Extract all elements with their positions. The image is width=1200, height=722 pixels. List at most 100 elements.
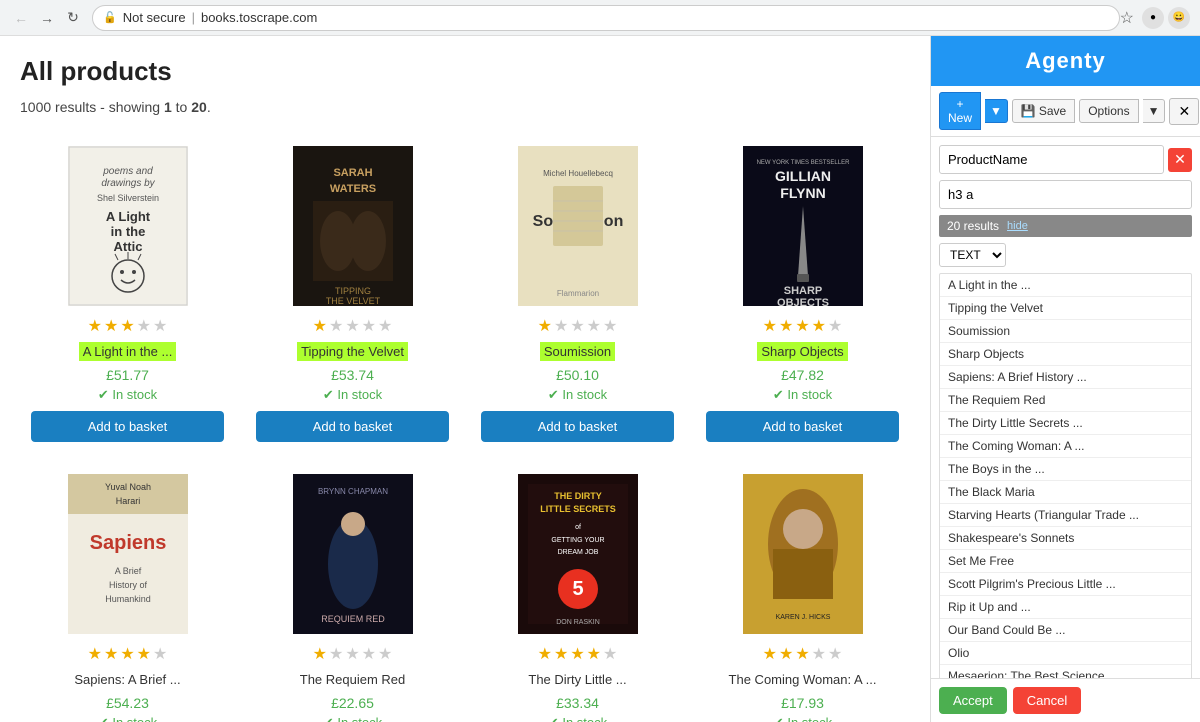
product-title-link[interactable]: Tipping the Velvet — [297, 342, 408, 361]
add-to-basket-button[interactable]: Add to basket — [481, 411, 674, 442]
in-stock-label: ✔ In stock — [323, 387, 382, 403]
star-1: ★ — [313, 316, 327, 336]
agenty-header: Agenty — [931, 36, 1200, 86]
add-to-basket-button[interactable]: Add to basket — [706, 411, 899, 442]
result-item[interactable]: Shakespeare's Sonnets — [940, 527, 1191, 550]
field-clear-button[interactable]: ✕ — [1168, 148, 1192, 172]
extension-icon-1[interactable]: ● — [1142, 7, 1164, 29]
agenty-footer: Accept Cancel — [931, 678, 1200, 722]
agenty-logo: Agenty — [941, 48, 1190, 74]
star-3: ★ — [570, 316, 584, 336]
svg-text:drawings by: drawings by — [101, 178, 155, 189]
result-item[interactable]: Set Me Free — [940, 550, 1191, 573]
forward-button[interactable]: → — [36, 7, 58, 29]
product-price: £53.74 — [331, 367, 374, 383]
star-2: ★ — [104, 644, 118, 664]
book-cover: Michel Houellebecq Soumission Flammarion — [518, 146, 638, 306]
product-card: Yuval Noah Harari Sapiens A Brief Histor… — [20, 463, 235, 722]
result-item[interactable]: A Light in the ... — [940, 274, 1191, 297]
result-item[interactable]: Our Band Could Be ... — [940, 619, 1191, 642]
results-hide-link[interactable]: hide — [1007, 220, 1028, 232]
add-to-basket-button[interactable]: Add to basket — [31, 411, 224, 442]
field-name-input[interactable] — [939, 145, 1164, 174]
product-price: £54.23 — [106, 695, 149, 711]
product-title-link[interactable]: The Requiem Red — [296, 670, 410, 689]
product-card: NEW YORK TIMES BESTSELLER GILLIAN FLYNN … — [695, 135, 910, 453]
results-header: 20 results hide — [939, 215, 1192, 237]
star-2: ★ — [329, 644, 343, 664]
star-3: ★ — [120, 316, 134, 336]
svg-text:History of: History of — [108, 580, 147, 590]
result-item[interactable]: The Requiem Red — [940, 389, 1191, 412]
close-button[interactable]: ✕ — [1169, 98, 1199, 125]
star-4: ★ — [362, 316, 376, 336]
product-title-link[interactable]: A Light in the ... — [79, 342, 177, 361]
selector-input[interactable] — [939, 180, 1192, 209]
results-count-label: 20 results — [947, 219, 999, 233]
product-title-link[interactable]: Sapiens: A Brief ... — [70, 670, 184, 689]
star-rating: ★ ★ ★ ★ ★ — [88, 316, 168, 336]
product-title-link[interactable]: Soumission — [540, 342, 615, 361]
extension-icon-2[interactable]: 😀 — [1168, 7, 1190, 29]
new-dropdown-button[interactable]: ▼ — [985, 99, 1008, 123]
product-price: £17.93 — [781, 695, 824, 711]
result-item[interactable]: Soumission — [940, 320, 1191, 343]
star-3: ★ — [345, 644, 359, 664]
result-item[interactable]: Tipping the Velvet — [940, 297, 1191, 320]
svg-text:A Light: A Light — [105, 209, 150, 224]
svg-text:in the: in the — [110, 224, 145, 239]
result-item[interactable]: Olio — [940, 642, 1191, 665]
svg-text:Yuval Noah: Yuval Noah — [104, 482, 150, 492]
options-button[interactable]: Options — [1079, 99, 1138, 123]
star-2: ★ — [554, 644, 568, 664]
product-title-link[interactable]: Sharp Objects — [757, 342, 847, 361]
result-item[interactable]: The Boys in the ... — [940, 458, 1191, 481]
result-item[interactable]: Rip it Up and ... — [940, 596, 1191, 619]
book-cover: Yuval Noah Harari Sapiens A Brief Histor… — [68, 474, 188, 634]
svg-text:GETTING YOUR: GETTING YOUR — [551, 537, 604, 544]
star-5: ★ — [153, 316, 167, 336]
product-card: poems and drawings by Shel Silverstein A… — [20, 135, 235, 453]
back-button[interactable]: ← — [10, 7, 32, 29]
product-card: Michel Houellebecq Soumission Flammarion… — [470, 135, 685, 453]
cancel-button[interactable]: Cancel — [1013, 687, 1081, 714]
add-to-basket-button[interactable]: Add to basket — [256, 411, 449, 442]
save-label: Save — [1039, 104, 1066, 118]
result-item[interactable]: Sharp Objects — [940, 343, 1191, 366]
svg-text:poems and: poems and — [102, 166, 153, 177]
accept-button[interactable]: Accept — [939, 687, 1007, 714]
star-1: ★ — [763, 644, 777, 664]
book-cover-image: BRYNN CHAPMAN REQUIEM RED — [293, 474, 413, 634]
in-stock-label: ✔ In stock — [98, 715, 157, 722]
options-dropdown-button[interactable]: ▼ — [1143, 99, 1166, 123]
svg-text:A Brief: A Brief — [114, 566, 141, 576]
browser-chrome: ← → ↻ 🔓 Not secure | books.toscrape.com … — [0, 0, 1200, 36]
result-item[interactable]: The Coming Woman: A ... — [940, 435, 1191, 458]
save-button[interactable]: 💾 Save — [1012, 99, 1075, 123]
svg-text:OBJECTS: OBJECTS — [777, 297, 829, 306]
agenty-toolbar: + New ▼ 💾 Save Options ▼ ✕ — [931, 86, 1200, 137]
svg-text:Attic: Attic — [113, 239, 142, 254]
new-button[interactable]: + New — [939, 92, 981, 130]
product-title-link[interactable]: The Dirty Little ... — [524, 670, 630, 689]
result-item[interactable]: The Dirty Little Secrets ... — [940, 412, 1191, 435]
result-item[interactable]: Scott Pilgrim's Precious Little ... — [940, 573, 1191, 596]
star-rating: ★ ★ ★ ★ ★ — [313, 316, 393, 336]
address-bar[interactable]: 🔓 Not secure | books.toscrape.com — [92, 5, 1120, 31]
page-title: All products — [20, 56, 910, 87]
product-title-link[interactable]: The Coming Woman: A ... — [725, 670, 881, 689]
reload-button[interactable]: ↻ — [62, 7, 84, 29]
star-3: ★ — [795, 316, 809, 336]
result-item[interactable]: The Black Maria — [940, 481, 1191, 504]
star-3: ★ — [570, 644, 584, 664]
product-card: KAREN J. HICKS ★ ★ ★ ★ ★ The Coming Woma… — [695, 463, 910, 722]
svg-text:5: 5 — [572, 578, 583, 600]
product-card: SARAH WATERS TIPPING THE VELVET ★ ★ ★ ★ — [245, 135, 460, 453]
svg-text:Harari: Harari — [115, 496, 140, 506]
result-item[interactable]: Sapiens: A Brief History ... — [940, 366, 1191, 389]
bookmark-star-icon[interactable]: ☆ — [1120, 8, 1134, 28]
result-item[interactable]: Starving Hearts (Triangular Trade ... — [940, 504, 1191, 527]
svg-text:Sapiens: Sapiens — [89, 532, 166, 554]
result-item[interactable]: Mesaerion: The Best Science ... — [940, 665, 1191, 678]
field-type-select[interactable]: TEXT HREF HTML — [939, 243, 1006, 267]
